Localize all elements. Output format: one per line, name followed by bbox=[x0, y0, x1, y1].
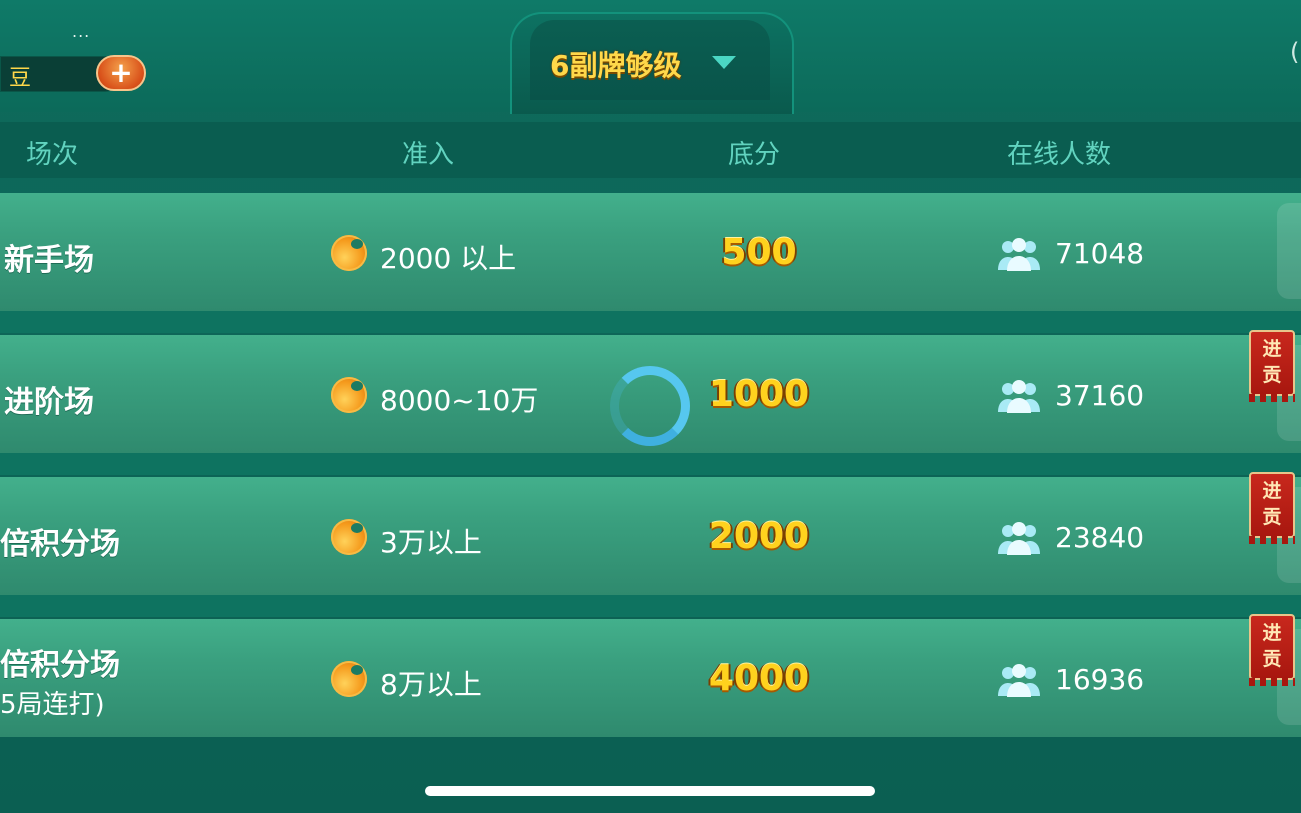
entry-requirement: 8000~10万 bbox=[380, 384, 539, 417]
triangle-down-icon[interactable] bbox=[712, 56, 736, 69]
tribute-badge: 进 贡 bbox=[1249, 330, 1295, 402]
row-decoration bbox=[1277, 203, 1301, 299]
header-base-score: 底分 bbox=[728, 140, 781, 170]
room-name: 进阶场 bbox=[4, 385, 94, 420]
entry-requirement: 8万以上 bbox=[380, 668, 482, 701]
add-currency-button[interactable]: + bbox=[96, 55, 146, 91]
tribute-char-2: 贡 bbox=[1262, 364, 1282, 386]
header-room: 场次 bbox=[26, 140, 79, 170]
room-name: 倍积分场 bbox=[0, 648, 120, 683]
tribute-char-2: 贡 bbox=[1262, 648, 1282, 670]
coin-icon bbox=[331, 661, 367, 697]
online-count: 23840 bbox=[1055, 521, 1145, 554]
users-icon bbox=[998, 380, 1040, 413]
home-indicator[interactable] bbox=[425, 786, 875, 796]
online-count: 37160 bbox=[1055, 379, 1145, 412]
entry-requirement: 2000 以上 bbox=[380, 242, 517, 275]
header-online: 在线人数 bbox=[1007, 140, 1112, 170]
partial-edge-text: ( bbox=[1290, 38, 1300, 66]
base-score: 1000 bbox=[708, 374, 810, 415]
row-divider bbox=[0, 453, 1301, 475]
row-divider bbox=[0, 595, 1301, 617]
mode-dropdown-label[interactable]: 6副牌够级 bbox=[550, 44, 710, 84]
header-entry: 准入 bbox=[402, 140, 455, 170]
users-icon bbox=[998, 238, 1040, 271]
coin-icon bbox=[331, 235, 367, 271]
tribute-badge: 进 贡 bbox=[1249, 614, 1295, 686]
more-dots[interactable]: ... bbox=[72, 22, 90, 41]
tribute-char-1: 进 bbox=[1262, 338, 1282, 360]
room-name: 倍积分场 bbox=[0, 527, 120, 562]
users-icon bbox=[998, 664, 1040, 697]
coin-icon bbox=[331, 377, 367, 413]
users-icon bbox=[998, 522, 1040, 555]
online-count: 71048 bbox=[1055, 237, 1145, 270]
tribute-char-1: 进 bbox=[1262, 480, 1282, 502]
tribute-char-2: 贡 bbox=[1262, 506, 1282, 528]
row-divider bbox=[0, 311, 1301, 333]
entry-requirement: 3万以上 bbox=[380, 526, 482, 559]
base-score: 2000 bbox=[708, 516, 810, 557]
tribute-badge: 进 贡 bbox=[1249, 472, 1295, 544]
tribute-char-1: 进 bbox=[1262, 622, 1282, 644]
currency-label: 豆 bbox=[9, 66, 32, 91]
base-score: 500 bbox=[721, 232, 797, 273]
room-subtitle: 5局连打) bbox=[0, 690, 105, 720]
base-score: 4000 bbox=[708, 658, 810, 699]
coin-icon bbox=[331, 519, 367, 555]
loading-spinner bbox=[610, 366, 690, 446]
room-name: 新手场 bbox=[4, 243, 94, 278]
online-count: 16936 bbox=[1055, 663, 1145, 696]
